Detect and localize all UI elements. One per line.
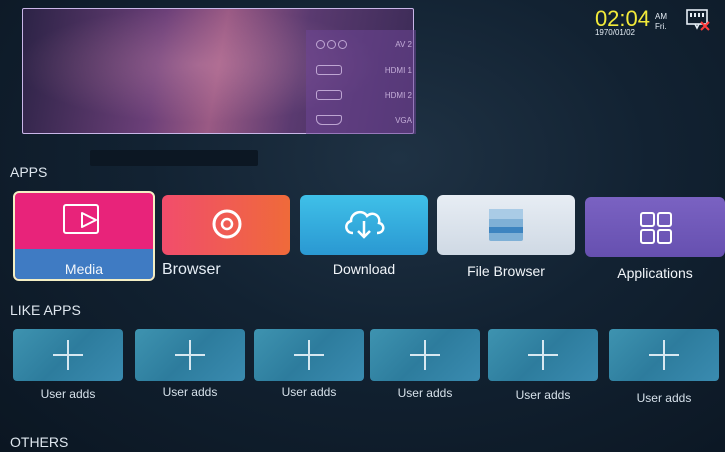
source-label: VGA (395, 115, 412, 125)
ampm: AM (655, 12, 667, 21)
app-tile-applications[interactable] (585, 197, 725, 257)
user-add-label: User adds (281, 385, 337, 399)
plus-icon (410, 340, 440, 370)
app-label-media: Media (64, 261, 104, 277)
source-hdmi1[interactable]: HDMI 1 (316, 62, 412, 78)
media-play-icon (63, 204, 99, 234)
av-icon (316, 39, 347, 49)
user-add-tile[interactable] (135, 329, 245, 381)
user-add-tile[interactable] (488, 329, 598, 381)
user-add-tile[interactable] (254, 329, 364, 381)
hdmi-icon (316, 65, 342, 75)
user-add-label: User adds (515, 388, 571, 402)
app-tile-browser[interactable] (162, 195, 290, 255)
clock-ampm-weekday: AM Fri. (655, 12, 667, 32)
app-tile-download[interactable] (300, 195, 428, 255)
source-label: HDMI 2 (384, 90, 412, 100)
source-label: HDMI 1 (384, 65, 412, 75)
like-apps-section-title: LIKE APPS (10, 302, 81, 318)
user-add-tile[interactable] (609, 329, 719, 381)
folder-icon (489, 209, 523, 241)
weekday: Fri. (655, 22, 667, 31)
user-add-label: User adds (636, 391, 692, 405)
source-vga[interactable]: VGA (316, 112, 412, 128)
others-section-title: OTHERS (10, 434, 69, 450)
apps-section-title: APPS (10, 164, 48, 180)
source-av2[interactable]: AV 2 (316, 36, 412, 52)
browser-icon (212, 209, 242, 239)
plus-icon (175, 340, 205, 370)
user-add-label: User adds (162, 385, 218, 399)
app-label-applications: Applications (617, 265, 693, 281)
app-tile-file-browser[interactable] (437, 195, 575, 255)
app-tile-media[interactable]: Media (13, 191, 155, 281)
grid-icon (640, 212, 672, 244)
obscured-bar (90, 150, 258, 166)
plus-icon (53, 340, 83, 370)
plus-icon (294, 340, 324, 370)
user-add-tile[interactable] (13, 329, 123, 381)
source-list: AV 2 HDMI 1 HDMI 2 VGA (306, 30, 416, 134)
app-label-file-browser: File Browser (467, 263, 545, 279)
cloud-download-icon (345, 210, 385, 239)
app-label-download: Download (332, 261, 396, 277)
status-bar: 02:04 1970/01/02 AM Fri. (595, 8, 711, 37)
clock-block: 02:04 1970/01/02 (594, 6, 650, 38)
user-add-label: User adds (40, 387, 96, 401)
hdmi-icon (316, 90, 342, 100)
plus-icon (649, 340, 679, 370)
vga-icon (316, 115, 342, 125)
clock-time: 02:04 (594, 6, 650, 31)
network-disconnected-icon[interactable] (685, 8, 711, 32)
plus-icon (528, 340, 558, 370)
user-add-tile[interactable] (370, 329, 480, 381)
user-add-label: User adds (397, 386, 453, 400)
source-label: AV 2 (395, 39, 412, 49)
source-hdmi2[interactable]: HDMI 2 (316, 87, 412, 103)
app-label-browser: Browser (162, 261, 221, 278)
